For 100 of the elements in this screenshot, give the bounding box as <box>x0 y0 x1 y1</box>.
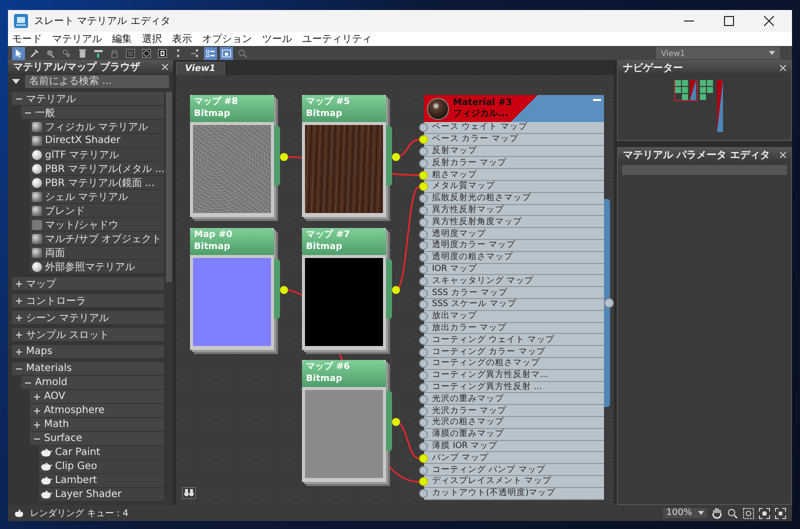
tree-item[interactable]: Clip Geo <box>39 460 164 473</box>
menu-item[interactable]: ツール <box>262 32 292 46</box>
binoculars-icon[interactable] <box>182 487 196 499</box>
tree-item[interactable]: glTF マテリアル <box>30 148 164 161</box>
expand-icon[interactable] <box>34 422 40 428</box>
input-port[interactable] <box>419 359 428 368</box>
input-port[interactable] <box>419 406 428 416</box>
frame-selected-icon[interactable] <box>775 508 786 518</box>
tree-item[interactable]: PBR マテリアル(メタル ... <box>30 162 164 175</box>
input-port[interactable] <box>419 147 428 156</box>
collapse-icon[interactable] <box>25 380 31 386</box>
expand-icon[interactable] <box>34 408 40 414</box>
zoom-dropdown[interactable]: 100% <box>663 508 707 518</box>
tree-group[interactable]: マテリアル <box>12 92 164 105</box>
tree-item[interactable]: シェル マテリアル <box>30 190 164 203</box>
input-port[interactable] <box>419 324 428 333</box>
output-port[interactable] <box>392 153 400 161</box>
expand-icon[interactable] <box>16 348 22 354</box>
maximize-icon[interactable] <box>724 16 734 26</box>
zoom-region-icon[interactable] <box>743 508 754 518</box>
tree-item[interactable]: Lambert <box>39 474 164 487</box>
menu-item[interactable]: 表示 <box>172 32 192 46</box>
input-port[interactable] <box>419 218 428 227</box>
input-port[interactable] <box>419 336 428 345</box>
collapse-icon[interactable] <box>34 436 40 442</box>
tree-group[interactable]: Maps <box>12 345 164 358</box>
expand-icon[interactable] <box>34 394 40 400</box>
tree-group[interactable]: AOV <box>30 390 164 403</box>
expand-icon[interactable] <box>16 314 22 320</box>
output-port[interactable] <box>392 418 400 426</box>
input-port[interactable] <box>419 158 428 168</box>
expand-icon[interactable] <box>16 280 22 286</box>
toolbar-button[interactable] <box>28 46 41 60</box>
input-port[interactable] <box>419 230 428 239</box>
tree-item[interactable]: PBR マテリアル(鏡面 ... <box>30 176 164 189</box>
tree-group[interactable]: シーン マテリアル <box>12 311 164 324</box>
tree-group[interactable]: Atmosphere <box>30 404 164 417</box>
tree-item[interactable]: フィジカル マテリアル <box>30 120 164 133</box>
tree-group[interactable]: Surface <box>30 432 164 445</box>
tree-item[interactable]: Layer Shader <box>39 488 164 501</box>
menu-item[interactable]: 編集 <box>112 32 132 46</box>
output-port[interactable] <box>280 286 288 294</box>
parameter-field[interactable] <box>622 165 787 175</box>
input-port[interactable] <box>419 170 428 180</box>
expand-icon[interactable] <box>16 332 22 338</box>
frame-all-icon[interactable] <box>759 508 770 518</box>
tree-group[interactable]: マップ <box>12 277 164 290</box>
zoom-icon[interactable] <box>727 508 738 518</box>
input-port[interactable] <box>419 253 428 262</box>
menu-item[interactable]: ユーティリティ <box>302 32 372 46</box>
view-tab[interactable]: View1 <box>176 62 225 75</box>
hand-icon[interactable] <box>712 507 722 519</box>
tree-group[interactable]: 一般 <box>21 106 164 119</box>
input-port[interactable] <box>419 300 428 310</box>
tree-item[interactable]: 両面 <box>30 246 164 259</box>
menu-item[interactable]: モード <box>12 32 42 46</box>
tree-item[interactable]: マルチ/サブ オブジェクト <box>30 232 164 245</box>
tree-group[interactable]: サンプル スロット <box>12 328 164 341</box>
toolbar-button[interactable] <box>204 46 217 60</box>
collapse-icon[interactable] <box>16 366 22 372</box>
tree-item[interactable]: Car Paint <box>39 446 164 459</box>
input-port[interactable] <box>419 206 428 215</box>
input-port[interactable] <box>419 442 428 451</box>
input-port[interactable] <box>419 466 428 475</box>
tree-group[interactable]: コントローラ <box>12 294 164 307</box>
menu-item[interactable]: オプション <box>202 32 252 46</box>
output-port[interactable] <box>604 298 614 308</box>
output-port[interactable] <box>280 153 288 161</box>
caret-icon[interactable] <box>12 79 20 84</box>
expand-icon[interactable] <box>16 298 22 304</box>
material-node[interactable] <box>424 95 604 500</box>
tree-item[interactable]: マット/シャドウ <box>30 218 164 231</box>
tree-group[interactable]: Materials <box>12 362 164 375</box>
menu-item[interactable]: マテリアル <box>52 32 102 46</box>
input-port[interactable] <box>419 182 428 192</box>
tree-item[interactable]: DirectX Shader <box>30 134 164 147</box>
input-port[interactable] <box>419 276 428 286</box>
input-port[interactable] <box>419 265 428 274</box>
tree-group[interactable]: Math <box>30 418 164 431</box>
input-port[interactable] <box>419 123 428 132</box>
toolbar-button[interactable] <box>140 46 153 60</box>
collapse-icon[interactable] <box>16 96 22 102</box>
input-port[interactable] <box>419 477 428 486</box>
input-port[interactable] <box>419 194 428 204</box>
input-port[interactable] <box>419 489 428 498</box>
toolbar-button[interactable] <box>220 46 233 60</box>
input-port[interactable] <box>419 312 428 322</box>
input-port[interactable] <box>419 241 428 250</box>
output-port[interactable] <box>392 286 400 294</box>
tree-item[interactable]: 外部参照マテリアル <box>30 260 164 273</box>
input-port[interactable] <box>419 383 428 392</box>
close-icon[interactable] <box>764 16 774 26</box>
input-port[interactable] <box>419 135 428 144</box>
input-port[interactable] <box>419 394 428 404</box>
input-port[interactable] <box>419 418 428 428</box>
toolbar-button[interactable] <box>12 46 25 60</box>
view-dropdown[interactable]: View1 <box>656 47 780 59</box>
menu-item[interactable]: 選択 <box>142 32 162 46</box>
tree-item[interactable]: ブレンド <box>30 204 164 217</box>
collapse-icon[interactable] <box>25 110 31 116</box>
